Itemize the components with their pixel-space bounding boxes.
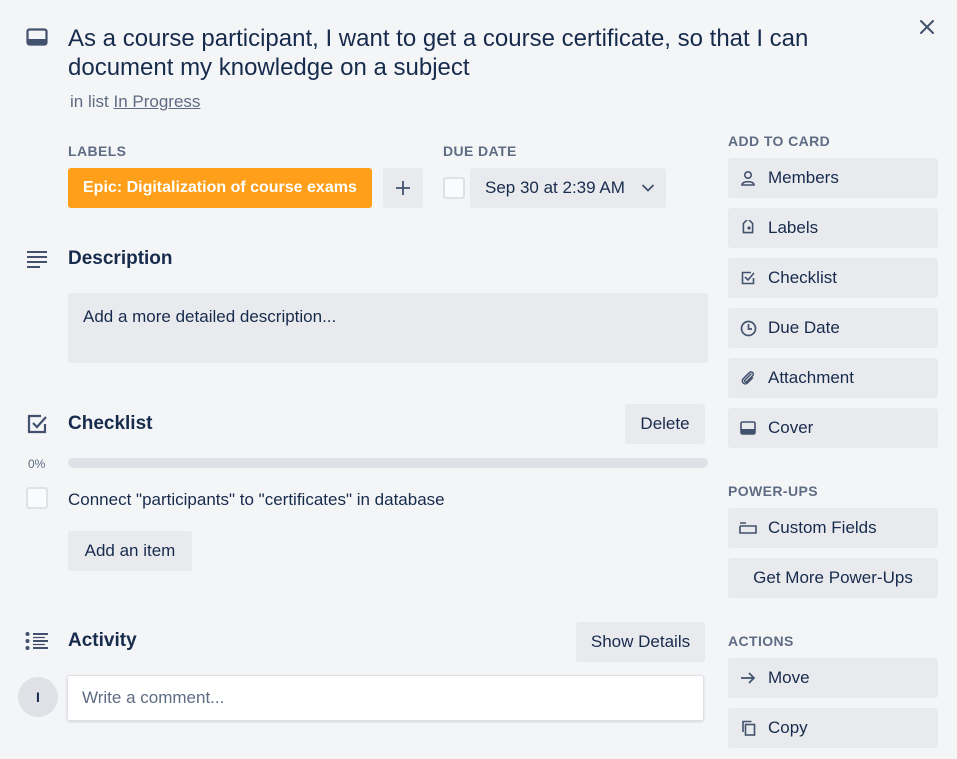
plus-icon xyxy=(395,180,411,196)
move-label: Move xyxy=(768,668,810,687)
labels-button[interactable]: Labels xyxy=(728,208,938,248)
due-date-sidebar-button[interactable]: Due Date xyxy=(728,308,938,348)
card-title[interactable]: As a course participant, I want to get a… xyxy=(68,24,898,82)
activity-heading: Activity xyxy=(68,630,137,651)
custom-fields-button[interactable]: Custom Fields xyxy=(728,508,938,548)
close-icon xyxy=(919,19,935,35)
activity-icon xyxy=(24,628,50,654)
cover-label: Cover xyxy=(768,418,814,437)
person-icon xyxy=(738,168,758,188)
checklist-heading: Checklist xyxy=(68,413,153,434)
move-button[interactable]: Move xyxy=(728,658,938,698)
checklist-icon xyxy=(24,411,50,437)
checklist-progress-bar xyxy=(68,458,708,468)
comment-input[interactable] xyxy=(67,675,704,721)
checklist-item-checkbox[interactable] xyxy=(26,487,48,509)
card-icon xyxy=(24,24,50,50)
chevron-down-icon xyxy=(641,183,655,193)
arrow-right-icon xyxy=(738,668,758,688)
list-reference: in list In Progress xyxy=(70,92,200,112)
actions-heading: ACTIONS xyxy=(728,633,794,649)
checklist-button[interactable]: Checklist xyxy=(728,258,938,298)
members-label: Members xyxy=(768,168,839,187)
copy-button[interactable]: Copy xyxy=(728,708,938,748)
labels-heading: LABELS xyxy=(68,143,127,159)
due-date-value: Sep 30 at 2:39 AM xyxy=(485,178,625,197)
due-date-sidebar-label: Due Date xyxy=(768,318,840,337)
copy-icon xyxy=(738,718,758,738)
add-to-card-heading: ADD TO CARD xyxy=(728,133,831,149)
copy-label: Copy xyxy=(768,718,808,737)
add-checklist-item-button[interactable]: Add an item xyxy=(68,531,192,571)
paperclip-icon xyxy=(738,368,758,388)
label-chip[interactable]: Epic: Digitalization of course exams xyxy=(68,168,372,208)
avatar[interactable]: I xyxy=(18,677,58,717)
description-heading: Description xyxy=(68,248,173,269)
list-link[interactable]: In Progress xyxy=(113,92,200,111)
close-button[interactable] xyxy=(912,12,942,42)
attachment-button[interactable]: Attachment xyxy=(728,358,938,398)
labels-label: Labels xyxy=(768,218,819,237)
show-details-button[interactable]: Show Details xyxy=(576,622,705,662)
due-date-heading: DUE DATE xyxy=(443,143,517,159)
delete-checklist-button[interactable]: Delete xyxy=(625,404,705,444)
cover-icon xyxy=(738,418,758,438)
description-icon xyxy=(24,246,50,272)
clock-icon xyxy=(738,318,758,338)
due-date-button[interactable]: Sep 30 at 2:39 AM xyxy=(470,168,666,208)
get-more-power-ups-button[interactable]: Get More Power-Ups xyxy=(728,558,938,598)
due-date-complete-checkbox[interactable] xyxy=(443,177,465,199)
checklist-progress-percent: 0% xyxy=(28,457,46,471)
checkbox-icon xyxy=(738,268,758,288)
members-button[interactable]: Members xyxy=(728,158,938,198)
description-editor[interactable]: Add a more detailed description... xyxy=(68,293,708,363)
power-ups-heading: POWER-UPS xyxy=(728,483,818,499)
list-prefix: in list xyxy=(70,92,109,111)
cover-button[interactable]: Cover xyxy=(728,408,938,448)
tag-icon xyxy=(738,218,758,238)
checklist-label: Checklist xyxy=(768,268,837,287)
attachment-label: Attachment xyxy=(768,368,854,387)
custom-fields-icon xyxy=(738,518,758,538)
custom-fields-label: Custom Fields xyxy=(768,518,877,537)
checklist-item-text[interactable]: Connect "participants" to "certificates"… xyxy=(68,490,445,510)
add-label-button[interactable] xyxy=(383,168,423,208)
